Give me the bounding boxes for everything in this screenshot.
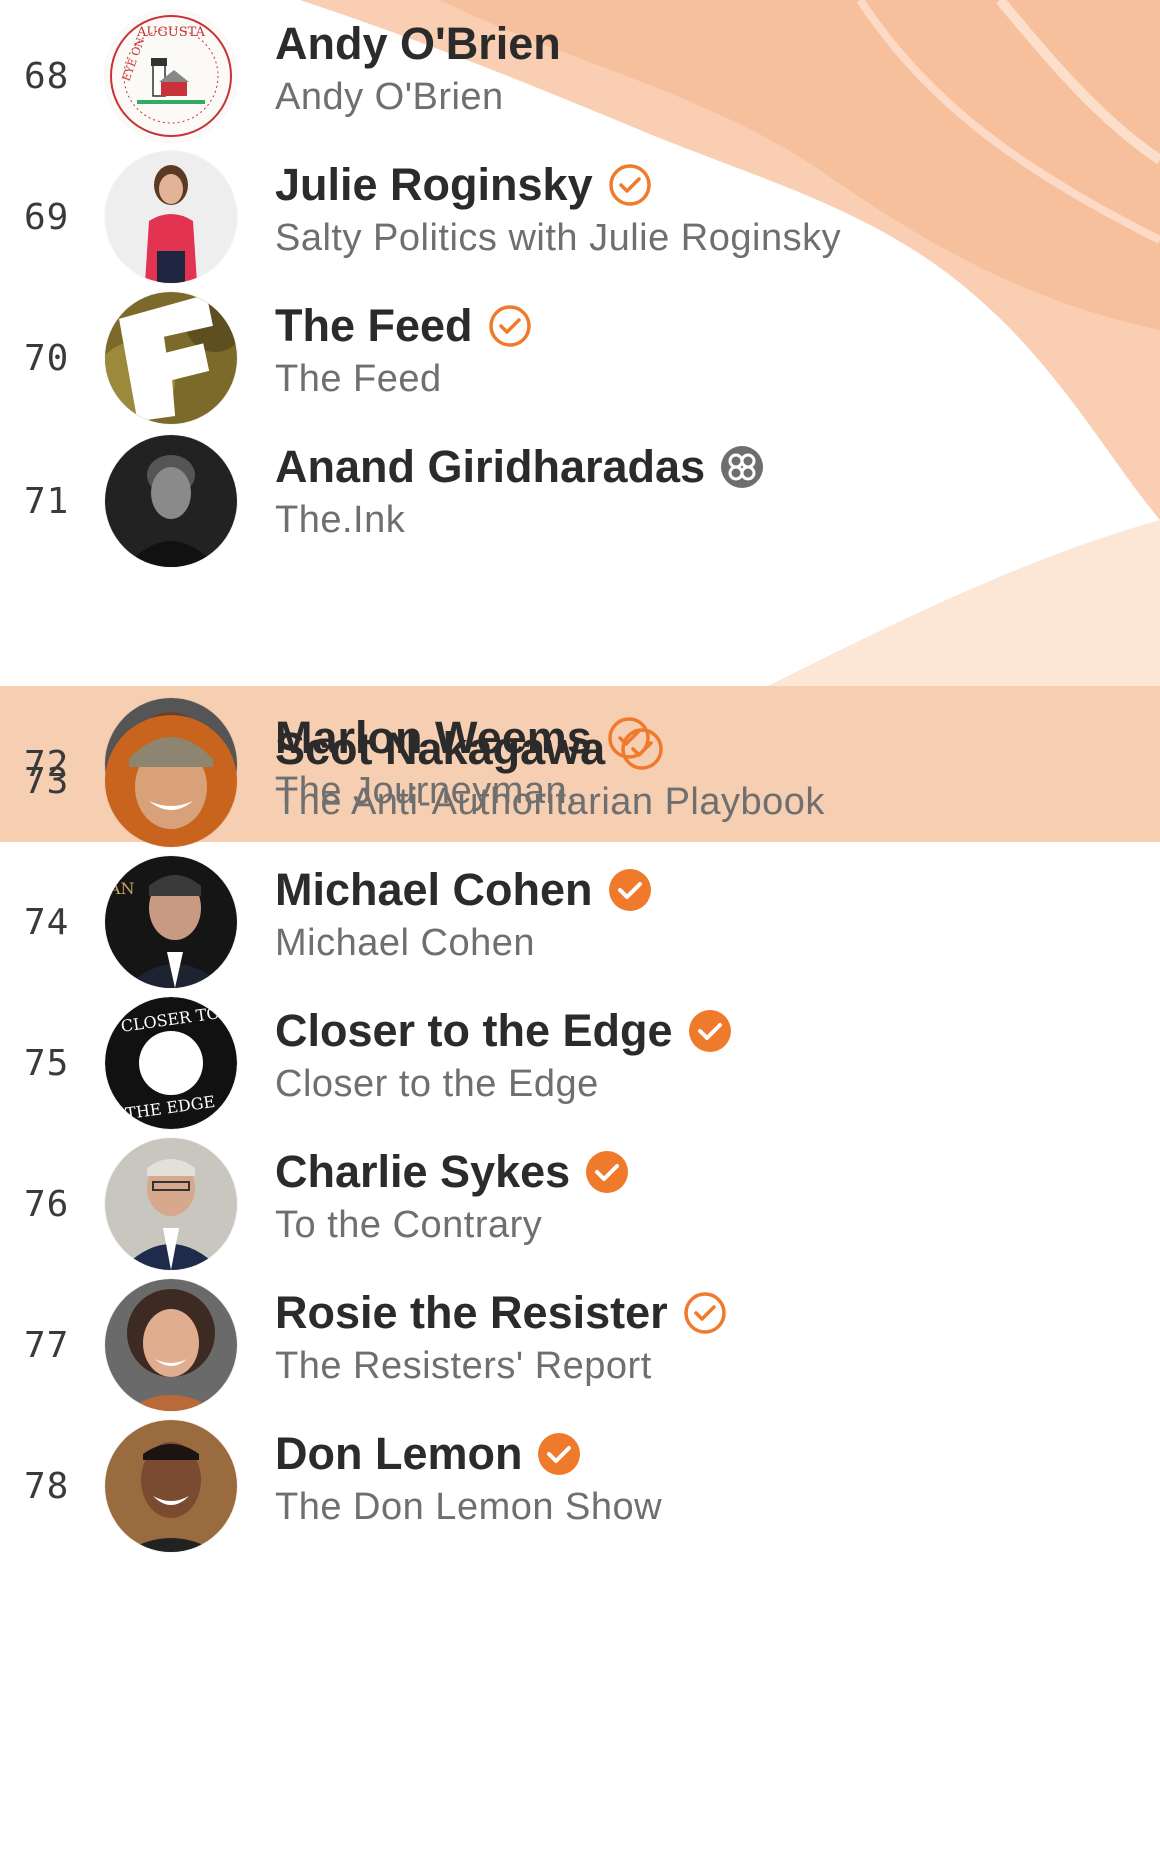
name-line: Don Lemon [275,1426,662,1482]
writer-info: Rosie the Resister The Resisters' Report [275,1285,728,1388]
closer-to-the-edge-logo-icon[interactable]: CLOSER TO THE EDGE [105,997,237,1129]
rank-number: 78 [24,1465,70,1507]
publication-name[interactable]: The Resisters' Report [275,1345,728,1388]
rank-number: 73 [24,760,70,802]
writer-name[interactable]: Charlie Sykes [275,1146,570,1198]
writer-info: Closer to the Edge Closer to the Edge [275,1003,733,1106]
leaderboard-row[interactable]: 71 Anand Giridharadas The.Ink [0,431,1160,571]
the-feed-logo-icon[interactable] [105,292,237,424]
writer-info: The Feed The Feed [275,298,533,401]
man-smiling-avatar-icon[interactable] [105,1420,237,1552]
name-line: Charlie Sykes [275,1144,630,1200]
publication-name[interactable]: Salty Politics with Julie Roginsky [275,217,841,260]
leaderboard-row[interactable]: 78 Don Lemon The Don Lemon Show [0,1418,1160,1554]
publication-name[interactable]: The Anti-Authoritarian Playbook [275,781,825,824]
man-suit-avatar-icon[interactable]: AN [105,856,237,988]
rank-number: 68 [24,55,70,97]
leaderboard-row[interactable]: 75 CLOSER TO THE EDGE Closer to the Edge … [0,995,1160,1131]
publication-name[interactable]: The.Ink [275,499,765,542]
leaderboard-row[interactable]: 77 Rosie the Resister The Resisters' Rep… [0,1277,1160,1413]
verified-outline-check-icon [487,303,533,349]
name-line: Anand Giridharadas [275,439,765,495]
writer-name[interactable]: Scot Nakagawa [275,723,605,775]
name-line: Scot Nakagawa [275,721,825,777]
leaderboard-row[interactable]: 69 Julie Roginsky Salty Politics with Ju… [0,149,1160,285]
rank-number: 76 [24,1183,70,1225]
writer-info: Scot Nakagawa The Anti-Authoritarian Pla… [275,721,825,824]
publication-name[interactable]: The Don Lemon Show [275,1486,662,1529]
leaderboard-row[interactable]: 70 The Feed The Feed [0,290,1160,426]
verified-outline-check-icon [607,162,653,208]
man-cap-avatar-icon[interactable] [105,715,237,847]
name-line: Julie Roginsky [275,157,841,213]
leaderboard-row[interactable]: 73 Scot Nakagawa The Anti-Authoritarian … [0,713,1160,849]
writer-name[interactable]: The Feed [275,300,473,352]
verified-filled-check-icon [607,867,653,913]
name-line: Closer to the Edge [275,1003,733,1059]
rank-number: 69 [24,196,70,238]
writer-info: Don Lemon The Don Lemon Show [275,1426,662,1529]
leaderboard-row[interactable]: 74 AN Michael Cohen Michael Cohen [0,854,1160,990]
name-line: Andy O'Brien [275,16,561,72]
writer-name[interactable]: Michael Cohen [275,864,593,916]
publication-name[interactable]: Andy O'Brien [275,76,561,119]
rank-number: 77 [24,1324,70,1366]
name-line: Michael Cohen [275,862,653,918]
rank-number: 70 [24,337,70,379]
man-glasses-suit-avatar-icon[interactable] [105,1138,237,1270]
writer-info: Anand Giridharadas The.Ink [275,439,765,542]
rank-number: 75 [24,1042,70,1084]
woman-red-shirt-avatar-icon[interactable] [105,151,237,283]
leaderboard-row[interactable]: 68 AUGUSTA EYE ON Andy O'Brien Andy O'Bri… [0,8,1160,144]
rank-number: 71 [24,480,70,522]
publication-name[interactable]: To the Contrary [275,1204,630,1247]
writer-name[interactable]: Don Lemon [275,1428,522,1480]
svg-text:AUGUSTA: AUGUSTA [136,25,206,40]
writer-name[interactable]: Andy O'Brien [275,18,561,70]
svg-text:AN: AN [108,879,135,898]
verified-filled-check-icon [584,1149,630,1195]
flower-badge-icon [719,444,765,490]
verified-filled-check-icon [687,1008,733,1054]
publication-name[interactable]: The Feed [275,358,533,401]
woman-curly-hair-avatar-icon[interactable] [105,1279,237,1411]
publication-name[interactable]: Michael Cohen [275,922,653,965]
writer-name[interactable]: Rosie the Resister [275,1287,668,1339]
rank-number: 74 [24,901,70,943]
eye-on-augusta-logo-icon[interactable]: AUGUSTA EYE ON [105,10,237,142]
writer-info: Charlie Sykes To the Contrary [275,1144,630,1247]
publication-name[interactable]: Closer to the Edge [275,1063,733,1106]
name-line: The Feed [275,298,533,354]
man-portrait-bw-avatar-icon[interactable] [105,435,237,567]
writer-name[interactable]: Closer to the Edge [275,1005,673,1057]
name-line: Rosie the Resister [275,1285,728,1341]
writer-info: Andy O'Brien Andy O'Brien [275,16,561,119]
writer-name[interactable]: Julie Roginsky [275,159,593,211]
verified-outline-check-icon [682,1290,728,1336]
leaderboard-row[interactable]: 76 Charlie Sykes To the Contrary [0,1136,1160,1272]
verified-outline-check-icon [619,726,665,772]
writer-name[interactable]: Anand Giridharadas [275,441,705,493]
verified-filled-check-icon [536,1431,582,1477]
writer-info: Michael Cohen Michael Cohen [275,862,653,965]
writer-info: Julie Roginsky Salty Politics with Julie… [275,157,841,260]
